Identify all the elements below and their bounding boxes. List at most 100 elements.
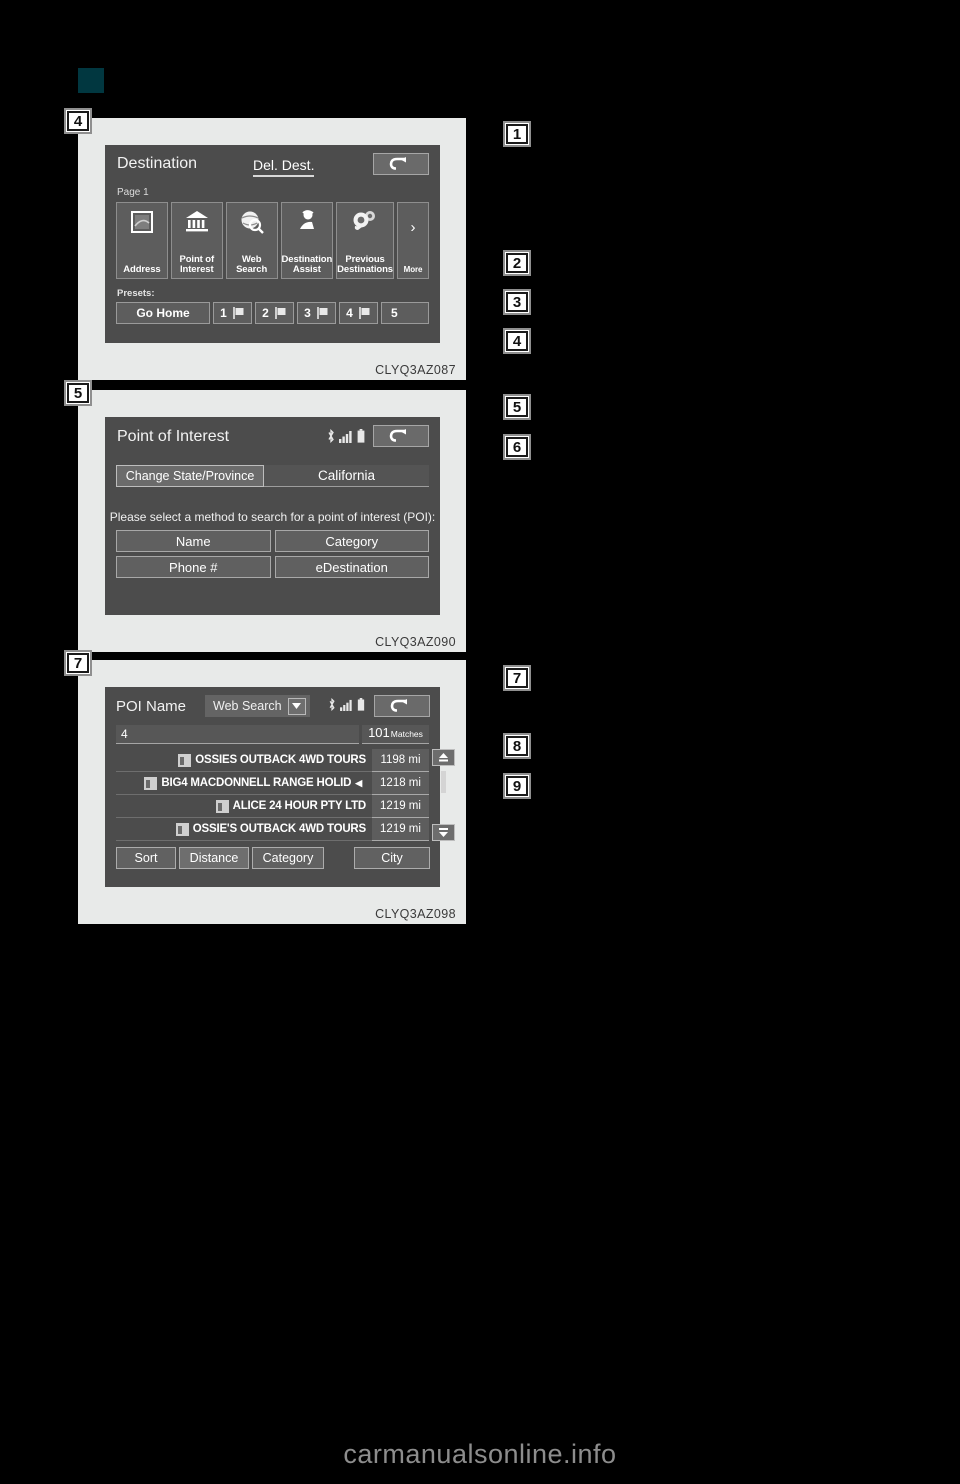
status-icons: [327, 429, 365, 443]
back-button[interactable]: [374, 695, 430, 717]
poi-row-name-cell[interactable]: OSSIE'S OUTBACK 4WD TOURS: [116, 818, 372, 841]
nav-screen-destination: Destination Del. Dest. Page 1 Address Po…: [105, 145, 440, 343]
poi-distance: 1218 mi: [372, 772, 429, 795]
menu-item-web-search[interactable]: Web Search: [225, 202, 278, 279]
chevron-down-icon[interactable]: [287, 697, 306, 715]
poi-name: ALICE 24 HOUR PTY LTD: [232, 800, 367, 812]
menu-item-label: More: [403, 265, 423, 274]
callout-number: 1: [506, 124, 528, 144]
sort-button[interactable]: Sort: [116, 847, 176, 869]
callout-1: 1: [503, 121, 531, 147]
sort-category-button[interactable]: Category: [252, 847, 324, 869]
menu-item-point-of-interest[interactable]: Point of Interest: [170, 202, 223, 279]
callout-number: 4: [506, 331, 528, 351]
preset-label: 1: [220, 306, 227, 320]
callout-5: 5: [503, 394, 531, 420]
scrollbar[interactable]: [432, 749, 455, 841]
bluetooth-icon: [328, 429, 334, 443]
back-button[interactable]: [373, 153, 429, 175]
match-count-indicator: 101 Matches: [362, 725, 429, 744]
table-row[interactable]: OSSIE'S OUTBACK 4WD TOURS 1219 mi: [116, 818, 429, 841]
preset-1[interactable]: 1: [213, 302, 252, 324]
method-name-button[interactable]: Name: [116, 530, 271, 552]
preset-go-home[interactable]: Go Home: [116, 302, 210, 324]
method-phone-button[interactable]: Phone #: [116, 556, 271, 578]
figure-badge-7: 7: [64, 650, 92, 676]
sort-distance-button[interactable]: Distance: [179, 847, 249, 869]
poi-name: BIG4 MACDONNELL RANGE HOLID: [161, 777, 352, 789]
clock-history-icon: [351, 209, 379, 238]
preset-5[interactable]: 5: [381, 302, 429, 324]
bluetooth-icon: [329, 698, 335, 711]
preset-2[interactable]: 2: [255, 302, 294, 324]
figure-badge-5-label: 5: [67, 383, 89, 403]
preset-4[interactable]: 4: [339, 302, 378, 324]
table-row[interactable]: OSSIES OUTBACK 4WD TOURS 1198 mi: [116, 749, 429, 772]
page-title: Destination: [117, 155, 198, 172]
bank-building-icon: [184, 209, 210, 238]
change-state-province-button[interactable]: Change State/Province: [116, 465, 264, 487]
poi-category-icon: [178, 753, 192, 767]
figure-badge-4-label: 4: [67, 111, 89, 131]
callout-7: 7: [503, 665, 531, 691]
scroll-up-icon[interactable]: [432, 749, 455, 766]
table-row[interactable]: BIG4 MACDONNELL RANGE HOLID ◀ 1218 mi: [116, 772, 429, 795]
poi-results-list: OSSIES OUTBACK 4WD TOURS 1198 mi BIG4 MA…: [116, 749, 429, 841]
poi-category-icon: [144, 776, 158, 790]
poi-bottom-toolbar: Sort Distance Category City: [116, 847, 430, 869]
map-card-icon: [129, 209, 155, 240]
search-source-dropdown[interactable]: Web Search: [205, 695, 310, 717]
back-button[interactable]: [373, 425, 429, 447]
page-title: POI Name: [116, 698, 187, 715]
menu-item-label: Address: [123, 264, 161, 275]
callout-number: 6: [506, 437, 528, 457]
poi-category-icon: [215, 799, 229, 813]
delete-destination-button[interactable]: Del. Dest.: [253, 157, 315, 177]
city-button[interactable]: City: [354, 847, 430, 869]
menu-item-more[interactable]: › More: [396, 202, 429, 279]
menu-item-label-2: Assist: [292, 264, 321, 275]
poi-search-input[interactable]: 4: [116, 725, 359, 744]
back-arrow-icon: [389, 429, 406, 442]
callout-4: 4: [503, 328, 531, 354]
preset-3[interactable]: 3: [297, 302, 336, 324]
callout-number: 3: [506, 292, 528, 312]
poi-row-name-cell[interactable]: OSSIES OUTBACK 4WD TOURS: [116, 749, 372, 772]
poi-row-name-cell[interactable]: ALICE 24 HOUR PTY LTD: [116, 795, 372, 818]
callout-9: 9: [503, 773, 531, 799]
figure-code: CLYQ3AZ098: [375, 907, 456, 921]
callout-number: 9: [506, 776, 528, 796]
table-row[interactable]: ALICE 24 HOUR PTY LTD 1219 mi: [116, 795, 429, 818]
search-methods-grid: Name Category Phone # eDestination: [116, 530, 429, 578]
globe-magnifier-icon: [239, 209, 265, 240]
menu-item-label-2: Interest: [180, 264, 214, 275]
figure-badge-7-label: 7: [67, 653, 89, 673]
presets-label: Presets:: [117, 288, 155, 299]
search-source-label: Web Search: [213, 699, 282, 713]
battery-icon: [357, 429, 365, 443]
nav-screen-poi-name: POI Name Web Search 4 101 Matches OSSIES…: [105, 687, 455, 887]
callout-6: 6: [503, 434, 531, 460]
poi-row-name-cell[interactable]: BIG4 MACDONNELL RANGE HOLID ◀: [116, 772, 372, 795]
preset-label: 3: [304, 306, 311, 320]
scrollbar-thumb[interactable]: [441, 771, 446, 793]
menu-item-destination-assist[interactable]: Destination Assist: [280, 202, 334, 279]
poi-category-icon: [175, 822, 189, 836]
callout-3: 3: [503, 289, 531, 315]
preset-label: Go Home: [136, 306, 190, 320]
scroll-down-icon[interactable]: [432, 824, 455, 841]
flag-icon: [275, 307, 286, 319]
battery-icon: [357, 698, 365, 711]
method-edestination-button[interactable]: eDestination: [274, 556, 429, 578]
menu-item-address[interactable]: Address: [116, 202, 168, 279]
menu-item-previous-destinations[interactable]: Previous Destinations: [336, 202, 394, 279]
poi-distance: 1219 mi: [372, 818, 429, 841]
figure-destination-screen: 4 Destination Del. Dest. Page 1 Address …: [64, 108, 466, 380]
callout-8: 8: [503, 733, 531, 759]
flag-icon: [317, 307, 328, 319]
status-icons: [328, 698, 365, 711]
method-category-button[interactable]: Category: [274, 530, 429, 552]
callout-number: 5: [506, 397, 528, 417]
chevron-right-icon: ›: [410, 219, 416, 236]
